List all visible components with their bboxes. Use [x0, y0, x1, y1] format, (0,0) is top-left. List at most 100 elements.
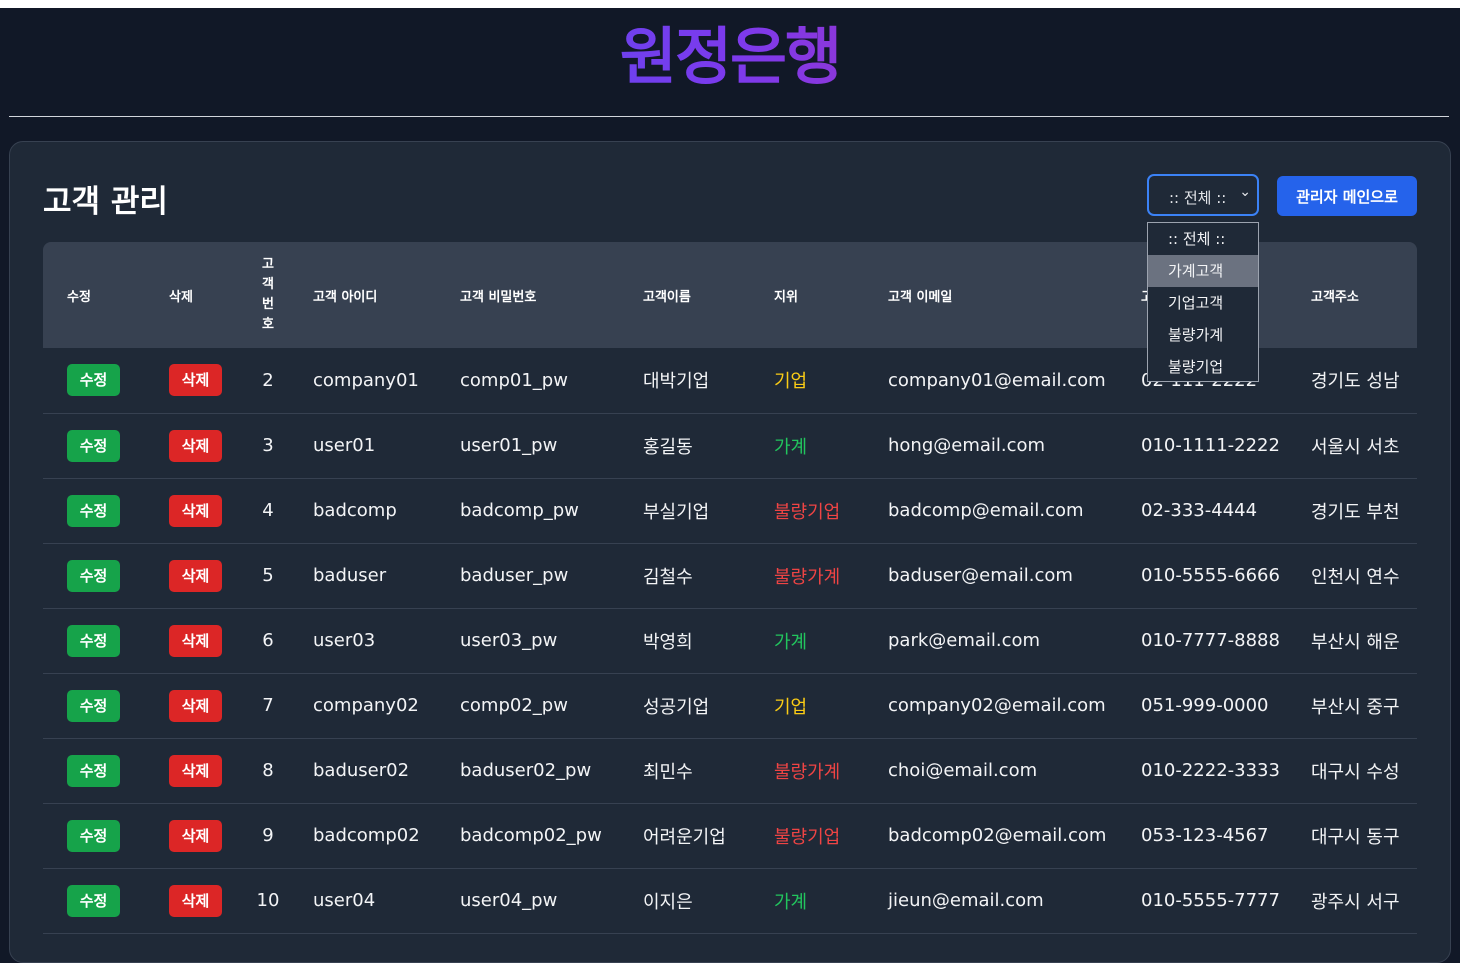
table-row: 수정 삭제 3 user01 user01_pw 홍길동 가계 hong@email.com 0… — [43, 413, 1417, 478]
cell-customer-grade: 불량가계 — [750, 543, 864, 608]
brand-logo[interactable]: 원정은행 — [0, 22, 1460, 92]
delete-button[interactable]: 삭제 — [169, 494, 222, 527]
cell-customer-email: choi@email.com — [888, 760, 1038, 781]
cell-customer-name: 박영희 — [643, 631, 693, 653]
cell-customer-id: company01 — [313, 369, 419, 391]
cell-customer-phone: 010-1111-2222 — [1117, 413, 1287, 478]
delete-cell: 삭제 — [145, 543, 247, 608]
delete-button[interactable]: 삭제 — [169, 624, 222, 657]
cell-customer-name: 최민수 — [619, 738, 750, 803]
col-header-delete: 삭제 — [169, 289, 193, 305]
edit-button[interactable]: 수정 — [67, 754, 120, 787]
delete-button[interactable]: 삭제 — [169, 754, 222, 787]
edit-button[interactable]: 수정 — [67, 819, 120, 852]
cell-customer-password: baduser_pw — [436, 543, 619, 608]
cell-customer-no: 5 — [247, 543, 289, 608]
cell-customer-name: 성공기업 — [619, 673, 750, 738]
table-row: 수정 삭제 5 baduser baduser_pw 김철수 불량가계 baduser@ema… — [43, 543, 1417, 608]
cell-customer-address: 서울시 서초 — [1311, 436, 1400, 458]
cell-customer-grade: 불량기업 — [774, 501, 841, 523]
cell-customer-id: user04 — [313, 890, 376, 911]
cell-customer-name: 어려운기업 — [643, 826, 726, 848]
cell-customer-phone: 010-5555-6666 — [1141, 565, 1280, 586]
cell-customer-password: baduser_pw — [460, 565, 569, 586]
filter-option-household[interactable]: 가계고객 — [1148, 255, 1258, 287]
cell-customer-name: 대박기업 — [643, 371, 710, 393]
cell-customer-phone: 02-333-4444 — [1117, 478, 1287, 543]
filter-option-bad-business[interactable]: 불량기업 — [1148, 351, 1258, 383]
edit-button[interactable]: 수정 — [67, 559, 120, 592]
cell-customer-grade: 불량가계 — [774, 761, 841, 783]
cell-customer-password: comp02_pw — [436, 673, 619, 738]
edit-button[interactable]: 수정 — [67, 364, 120, 397]
cell-customer-grade: 기업 — [750, 673, 864, 738]
admin-main-button[interactable]: 관리자 메인으로 — [1277, 176, 1417, 216]
delete-button[interactable]: 삭제 — [169, 819, 222, 852]
cell-customer-no: 2 — [247, 348, 289, 413]
delete-button[interactable]: 삭제 — [169, 689, 222, 722]
cell-customer-address: 부산시 해운 — [1311, 631, 1400, 653]
grade-filter-select[interactable]: :: 전체 :: ⌄ — [1147, 174, 1259, 216]
edit-button[interactable]: 수정 — [67, 494, 120, 527]
delete-button[interactable]: 삭제 — [169, 364, 222, 397]
filter-option-all[interactable]: :: 전체 :: — [1148, 223, 1258, 255]
table-row: 수정 삭제 10 user04 user04_pw 이지은 가계 jieun@email.co… — [43, 868, 1417, 933]
cell-customer-address: 대구시 동구 — [1287, 803, 1417, 868]
cell-customer-password: comp01_pw — [436, 348, 619, 413]
cell-customer-email: badcomp02@email.com — [864, 803, 1117, 868]
edit-button[interactable]: 수정 — [67, 624, 120, 657]
cell-customer-address: 서울시 서초 — [1287, 413, 1417, 478]
header-divider — [9, 116, 1449, 117]
cell-customer-id: baduser02 — [289, 738, 436, 803]
col-header-grade: 지위 — [774, 289, 798, 305]
delete-button[interactable]: 삭제 — [169, 429, 222, 462]
cell-customer-address: 경기도 부천 — [1311, 501, 1400, 523]
cell-customer-no: 8 — [262, 760, 274, 781]
cell-customer-address: 경기도 부천 — [1287, 478, 1417, 543]
filter-option-bad-household[interactable]: 불량가계 — [1148, 319, 1258, 351]
cell-customer-email: badcomp@email.com — [888, 500, 1084, 521]
cell-customer-no: 10 — [247, 868, 289, 933]
table-row: 수정 삭제 7 company02 comp02_pw 성공기업 기업 company02@e… — [43, 673, 1417, 738]
edit-cell: 수정 — [43, 478, 145, 543]
cell-customer-grade: 불량가계 — [750, 738, 864, 803]
cell-customer-address: 대구시 동구 — [1311, 826, 1400, 848]
delete-button[interactable]: 삭제 — [169, 559, 222, 592]
edit-cell: 수정 — [43, 413, 145, 478]
delete-cell: 삭제 — [145, 348, 247, 413]
cell-customer-email: baduser@email.com — [888, 565, 1073, 586]
cell-customer-grade: 불량기업 — [774, 826, 841, 848]
cell-customer-grade: 불량가계 — [774, 566, 841, 588]
cell-customer-name: 이지은 — [619, 868, 750, 933]
cell-customer-grade: 불량기업 — [750, 803, 864, 868]
cell-customer-address: 광주시 서구 — [1287, 868, 1417, 933]
edit-cell: 수정 — [43, 348, 145, 413]
cell-customer-no: 8 — [247, 738, 289, 803]
cell-customer-grade: 기업 — [774, 696, 808, 718]
cell-customer-password: baduser02_pw — [436, 738, 619, 803]
cell-customer-email: baduser@email.com — [864, 543, 1117, 608]
delete-button[interactable]: 삭제 — [169, 884, 222, 917]
edit-button[interactable]: 수정 — [67, 429, 120, 462]
cell-customer-name: 박영희 — [619, 608, 750, 673]
site-header: 원정은행 — [0, 8, 1460, 116]
col-header-no: 고 객 번 호 — [262, 257, 274, 332]
cell-customer-password: user04_pw — [436, 868, 619, 933]
filter-option-business[interactable]: 기업고객 — [1148, 287, 1258, 319]
cell-customer-email: badcomp02@email.com — [888, 825, 1107, 846]
top-strip — [0, 0, 1460, 8]
cell-customer-password: comp02_pw — [460, 695, 568, 716]
table-row: 수정 삭제 9 badcomp02 badcomp02_pw 어려운기업 불량기업 badco… — [43, 803, 1417, 868]
cell-customer-email: company02@email.com — [864, 673, 1117, 738]
cell-customer-no: 9 — [247, 803, 289, 868]
edit-button[interactable]: 수정 — [67, 689, 120, 722]
cell-customer-no: 5 — [262, 565, 274, 586]
cell-customer-phone: 02-333-4444 — [1141, 500, 1258, 521]
cell-customer-id: badcomp — [289, 478, 436, 543]
col-header-name: 고객이름 — [643, 289, 691, 305]
cell-customer-id: user01 — [289, 413, 436, 478]
cell-customer-grade: 기업 — [750, 348, 864, 413]
edit-button[interactable]: 수정 — [67, 884, 120, 917]
cell-customer-address: 부산시 중구 — [1311, 696, 1400, 718]
edit-cell: 수정 — [43, 543, 145, 608]
